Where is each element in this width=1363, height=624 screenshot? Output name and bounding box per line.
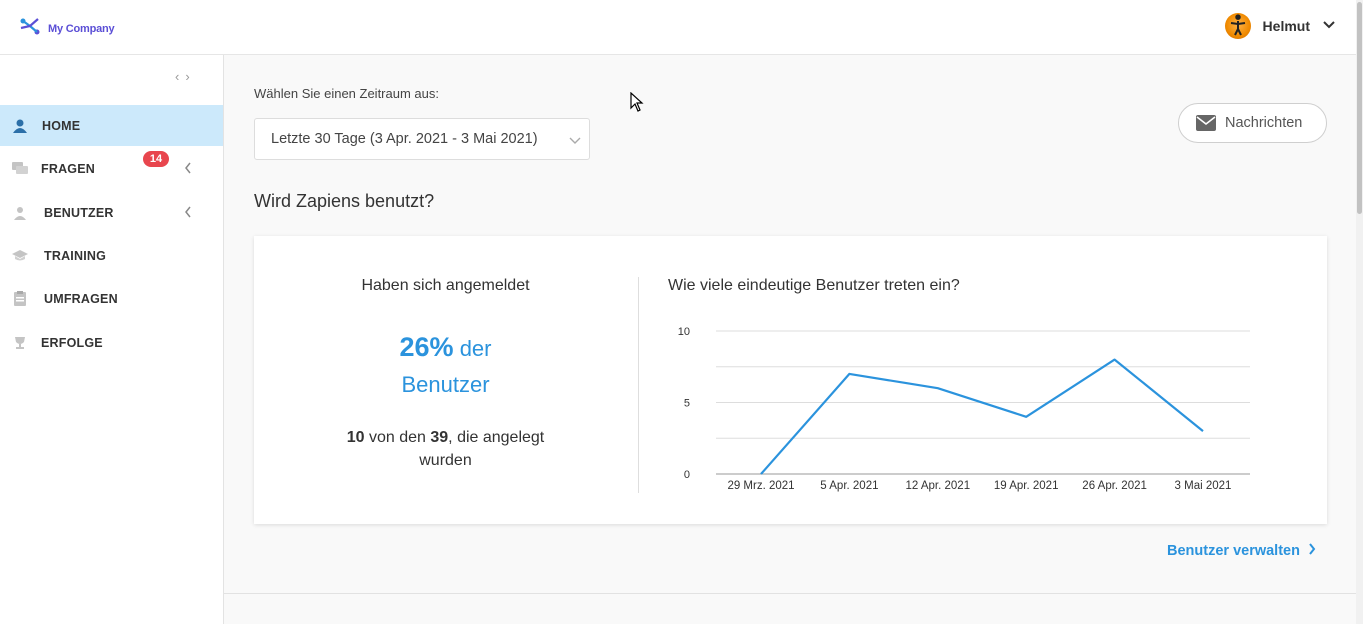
chart-title: Wie viele eindeutige Benutzer treten ein… bbox=[668, 277, 960, 294]
messages-button-label: Nachrichten bbox=[1225, 115, 1303, 131]
x-tick-label: 12 Apr. 2021 bbox=[906, 480, 971, 492]
mouse-cursor-icon bbox=[630, 91, 644, 117]
company-logo[interactable]: My Company bbox=[18, 14, 115, 43]
card-divider bbox=[638, 277, 639, 493]
sidebar-item-umfragen[interactable]: UMFRAGEN bbox=[0, 278, 223, 319]
logged-in-count: 10 von den 39, die angelegt wurden bbox=[334, 426, 557, 472]
count-total: 39 bbox=[430, 429, 449, 446]
trophy-icon bbox=[12, 335, 28, 351]
envelope-icon bbox=[1196, 115, 1216, 136]
top-bar: My Company Helmut bbox=[0, 0, 1356, 55]
x-tick-label: 3 Mai 2021 bbox=[1175, 480, 1232, 492]
chevron-right-icon: › bbox=[185, 69, 196, 84]
sidebar-item-label: ERFOLGE bbox=[41, 335, 103, 350]
y-tick-label: 5 bbox=[684, 398, 690, 410]
brand-name: My Company bbox=[48, 22, 115, 35]
chevron-right-icon bbox=[1308, 543, 1316, 559]
period-selected-value: Letzte 30 Tage (3 Apr. 2021 - 3 Mai 2021… bbox=[271, 131, 538, 147]
x-tick-label: 26 Apr. 2021 bbox=[1082, 480, 1147, 492]
unique-users-line-chart: 0 5 10 29 Mrz. 2021 5 Apr. 2021 12 Apr. 2021 1… bbox=[678, 326, 1250, 492]
sidebar-item-label: BENUTZER bbox=[44, 205, 114, 220]
logo-icon bbox=[18, 14, 42, 43]
user-name: Helmut bbox=[1262, 18, 1310, 34]
y-tick-label: 10 bbox=[678, 326, 690, 338]
x-tick-label: 19 Apr. 2021 bbox=[994, 480, 1059, 492]
home-user-icon bbox=[12, 118, 28, 134]
questions-icon bbox=[12, 161, 28, 177]
chevron-down-icon bbox=[569, 132, 581, 150]
messages-button[interactable]: Nachrichten bbox=[1178, 103, 1327, 143]
logged-in-title: Haben sich angemeldet bbox=[361, 277, 530, 294]
chevron-down-icon[interactable] bbox=[1322, 17, 1336, 35]
clipboard-icon bbox=[12, 291, 28, 307]
questions-count-badge: 14 bbox=[143, 151, 169, 167]
count-text-1: von den bbox=[368, 429, 426, 446]
percent-suffix: der bbox=[459, 336, 492, 361]
sidebar-item-erfolge[interactable]: ERFOLGE bbox=[0, 322, 223, 363]
period-label: Wählen Sie einen Zeitraum aus: bbox=[254, 86, 439, 101]
count-active: 10 bbox=[346, 429, 365, 446]
logged-in-percentage: 26% der Benutzer bbox=[254, 329, 637, 403]
usage-card: Haben sich angemeldet 26% der Benutzer 1… bbox=[254, 236, 1327, 524]
period-select[interactable]: Letzte 30 Tage (3 Apr. 2021 - 3 Mai 2021… bbox=[254, 118, 590, 160]
y-tick-label: 0 bbox=[684, 469, 690, 481]
main-content: Wählen Sie einen Zeitraum aus: Letzte 30… bbox=[224, 55, 1356, 624]
chevron-left-icon: ‹ bbox=[175, 69, 186, 84]
manage-users-link[interactable]: Benutzer verwalten bbox=[1167, 543, 1316, 559]
x-tick-label: 5 Apr. 2021 bbox=[820, 480, 878, 492]
chevron-left-icon[interactable] bbox=[184, 161, 192, 177]
graduation-cap-icon bbox=[12, 248, 28, 264]
chevron-left-icon[interactable] bbox=[184, 205, 192, 221]
vertical-scrollbar[interactable] bbox=[1356, 0, 1363, 624]
sidebar-item-label: TRAINING bbox=[44, 248, 107, 263]
user-icon bbox=[12, 205, 28, 221]
series-line bbox=[760, 358, 1204, 475]
manage-users-label: Benutzer verwalten bbox=[1167, 543, 1300, 559]
sidebar-item-label: UMFRAGEN bbox=[44, 291, 118, 306]
sidebar-item-label: FRAGEN bbox=[41, 161, 95, 176]
sidebar-item-fragen[interactable]: FRAGEN 14 bbox=[0, 148, 223, 189]
sidebar-item-label: HOME bbox=[42, 118, 81, 133]
percent-line2: Benutzer bbox=[401, 372, 490, 397]
sidebar-item-benutzer[interactable]: BENUTZER bbox=[0, 192, 223, 233]
scrollbar-thumb[interactable] bbox=[1357, 2, 1362, 214]
user-menu[interactable]: Helmut bbox=[1224, 13, 1336, 39]
avatar bbox=[1224, 13, 1251, 39]
x-tick-label: 29 Mrz. 2021 bbox=[727, 480, 794, 492]
section-title: Wird Zapiens benutzt? bbox=[254, 191, 435, 211]
collapse-sidebar-toggle[interactable]: ‹› bbox=[175, 69, 196, 84]
sidebar-item-home[interactable]: HOME bbox=[0, 105, 223, 146]
sidebar-item-training[interactable]: TRAINING bbox=[0, 235, 223, 276]
percent-value: 26% bbox=[399, 332, 454, 362]
sidebar: ‹› HOME FRAGEN 14 BENUTZER TRAINING UMFR… bbox=[0, 55, 224, 624]
section-divider bbox=[224, 593, 1356, 594]
